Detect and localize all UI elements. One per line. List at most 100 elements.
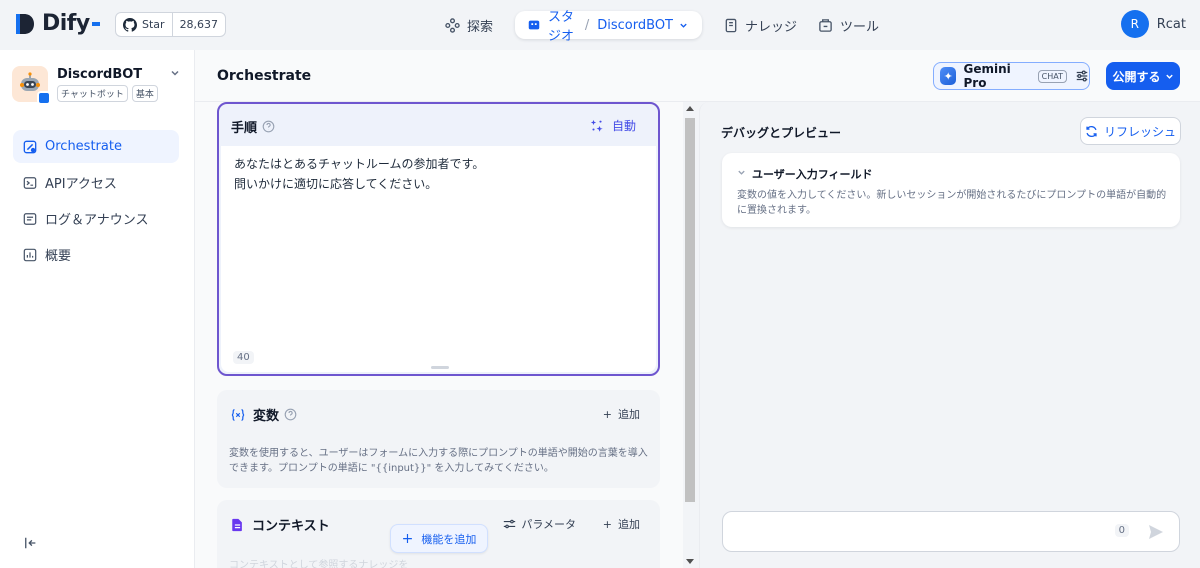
nav-current-app[interactable]: DiscordBOT xyxy=(597,18,673,33)
prompt-editor[interactable]: あなたはとあるチャットルームの参加者です。 問いかけに適切に応答してください。 … xyxy=(221,146,656,372)
app-name: DiscordBOT xyxy=(57,67,143,82)
sidebar-item-label: 概要 xyxy=(45,249,72,264)
nav-knowledge[interactable]: ナレッジ xyxy=(724,11,797,39)
add-label: 追加 xyxy=(618,518,640,531)
user-input-description: 変数の値を入力してください。新しいセッションが開始されるたびにプロンプトの単語が… xyxy=(737,190,1167,216)
github-star-widget[interactable]: Star 28,637 xyxy=(115,12,227,37)
github-icon xyxy=(123,17,137,32)
scrollbar[interactable] xyxy=(683,102,697,568)
params-icon xyxy=(503,518,516,530)
log-icon xyxy=(23,212,37,226)
book-icon xyxy=(724,18,738,33)
sidebar-item-logs[interactable]: ログ＆アナウンス xyxy=(13,202,179,235)
help-icon[interactable] xyxy=(284,408,297,421)
nav-tools[interactable]: ツール xyxy=(818,11,879,39)
prompt-title: 手順 xyxy=(231,121,258,136)
publish-label: 公開する xyxy=(1112,69,1161,84)
auto-generate-button[interactable]: 自動 xyxy=(590,117,636,134)
dify-logo-icon xyxy=(14,12,36,36)
chat-input[interactable]: 0 xyxy=(722,511,1180,552)
model-mode-badge: CHAT xyxy=(1037,69,1067,83)
logo-underscore xyxy=(91,22,100,26)
char-count: 40 xyxy=(233,351,254,364)
variable-icon xyxy=(231,408,245,422)
nav-separator: / xyxy=(584,17,590,33)
sidebar-item-api[interactable]: APIアクセス xyxy=(13,166,179,199)
avatar[interactable]: R xyxy=(1120,10,1149,38)
scroll-up-icon[interactable] xyxy=(686,106,694,111)
add-feature-label: 機能を追加 xyxy=(421,532,477,546)
plus-icon: + xyxy=(602,408,612,421)
terminal-icon xyxy=(23,176,37,190)
resize-handle[interactable] xyxy=(431,366,449,369)
variables-description: 変数を使用すると、ユーザーはフォームに入力する際にプロンプトの単語や開始の言葉を… xyxy=(229,448,648,474)
nav-explore[interactable]: 探索 xyxy=(445,11,493,39)
publish-button[interactable]: 公開する xyxy=(1106,62,1180,90)
gemini-icon: ✦ xyxy=(940,67,957,85)
sidebar-item-label: ログ＆アナウンス xyxy=(45,213,149,228)
app-type-tag: チャットボット xyxy=(57,85,128,102)
user-input-card: ユーザー入力フィールド 変数の値を入力してください。新しいセッションが開始される… xyxy=(722,153,1180,227)
toolbox-icon xyxy=(818,18,833,33)
plus-icon: + xyxy=(401,530,414,547)
auto-label: 自動 xyxy=(611,119,636,133)
refresh-icon xyxy=(1085,125,1098,138)
github-star-label: Star xyxy=(142,18,165,31)
context-title: コンテキスト xyxy=(252,519,330,534)
model-name: Gemini Pro xyxy=(963,62,1011,90)
params-label: パラメータ xyxy=(521,518,576,531)
scroll-down-icon[interactable] xyxy=(686,559,694,564)
context-params-button[interactable]: パラメータ xyxy=(503,516,576,532)
studio-icon xyxy=(527,18,541,32)
page-title: Orchestrate xyxy=(217,68,312,84)
nav-explore-label: 探索 xyxy=(467,19,494,35)
sidebar-item-label: Orchestrate xyxy=(45,139,122,154)
github-star-button[interactable]: Star xyxy=(116,13,173,36)
app-avatar xyxy=(12,66,51,105)
chart-icon xyxy=(23,248,37,262)
variables-card: 変数 + 追加 変数を使用すると、ユーザーはフォームに入力する際にプロンプトの単語… xyxy=(217,390,660,488)
explore-icon xyxy=(445,17,460,33)
sidebar: DiscordBOT チャットボット 基本 Orchestrate APIアクセ… xyxy=(0,50,195,568)
user-input-toggle[interactable]: ユーザー入力フィールド xyxy=(737,166,873,182)
scrollbar-thumb[interactable] xyxy=(685,118,695,502)
nav-studio[interactable]: スタジオ / DiscordBOT xyxy=(515,10,702,44)
add-context-button[interactable]: + 追加 xyxy=(603,516,640,532)
app-selector[interactable]: DiscordBOT チャットボット 基本 xyxy=(12,66,182,106)
sidebar-item-orchestrate[interactable]: Orchestrate xyxy=(13,130,179,163)
add-feature-button[interactable]: + 機能を追加 xyxy=(390,524,488,553)
top-bar: Dify Star 28,637 探索 スタジオ / DiscordBOT ナレ… xyxy=(0,0,1200,50)
chatbot-badge-icon xyxy=(37,91,51,105)
prompt-card: 手順 自動 あなたはとあるチャットルームの参加者です。 問いかけに適切に応答して… xyxy=(217,102,660,376)
dify-logo[interactable]: Dify xyxy=(14,12,100,36)
add-variable-button[interactable]: + 追加 xyxy=(603,406,640,422)
app-tags: チャットボット 基本 xyxy=(57,85,158,102)
add-label: 追加 xyxy=(618,408,640,421)
sidebar-item-overview[interactable]: 概要 xyxy=(13,238,179,271)
refresh-button[interactable]: リフレッシュ xyxy=(1080,117,1181,145)
chevron-down-icon xyxy=(1165,72,1174,81)
variables-title: 変数 xyxy=(253,409,280,424)
prompt-line: 問いかけに適切に応答してください。 xyxy=(234,177,438,191)
nav-tools-label: ツール xyxy=(840,19,880,35)
github-star-count: 28,637 xyxy=(179,18,219,31)
prompt-line: あなたはとあるチャットルームの参加者です。 xyxy=(234,157,485,171)
collapse-sidebar-icon[interactable] xyxy=(24,536,38,554)
help-icon[interactable] xyxy=(262,120,275,133)
chevron-down-icon xyxy=(737,168,746,180)
settings-sliders-icon[interactable] xyxy=(1075,69,1089,83)
chevron-down-icon[interactable] xyxy=(679,21,688,30)
chevron-down-icon[interactable] xyxy=(170,68,180,81)
model-selector-button[interactable]: ✦ Gemini Pro CHAT xyxy=(933,62,1090,90)
prompt-text[interactable]: あなたはとあるチャットルームの参加者です。 問いかけに適切に応答してください。 xyxy=(234,154,484,194)
prompt-header: 手順 xyxy=(231,117,275,136)
sparkle-icon xyxy=(590,119,604,133)
nav-studio-label: スタジオ xyxy=(548,10,575,44)
refresh-label: リフレッシュ xyxy=(1103,124,1176,139)
app-mode-tag: 基本 xyxy=(131,85,158,102)
debug-title: デバッグとプレビュー xyxy=(721,126,842,140)
send-icon[interactable] xyxy=(1147,523,1165,541)
user-menu[interactable]: R Rcat xyxy=(1120,10,1186,38)
orchestrate-header: Orchestrate ✦ Gemini Pro CHAT 公開する xyxy=(195,50,1200,102)
context-header: コンテキスト xyxy=(231,515,330,534)
